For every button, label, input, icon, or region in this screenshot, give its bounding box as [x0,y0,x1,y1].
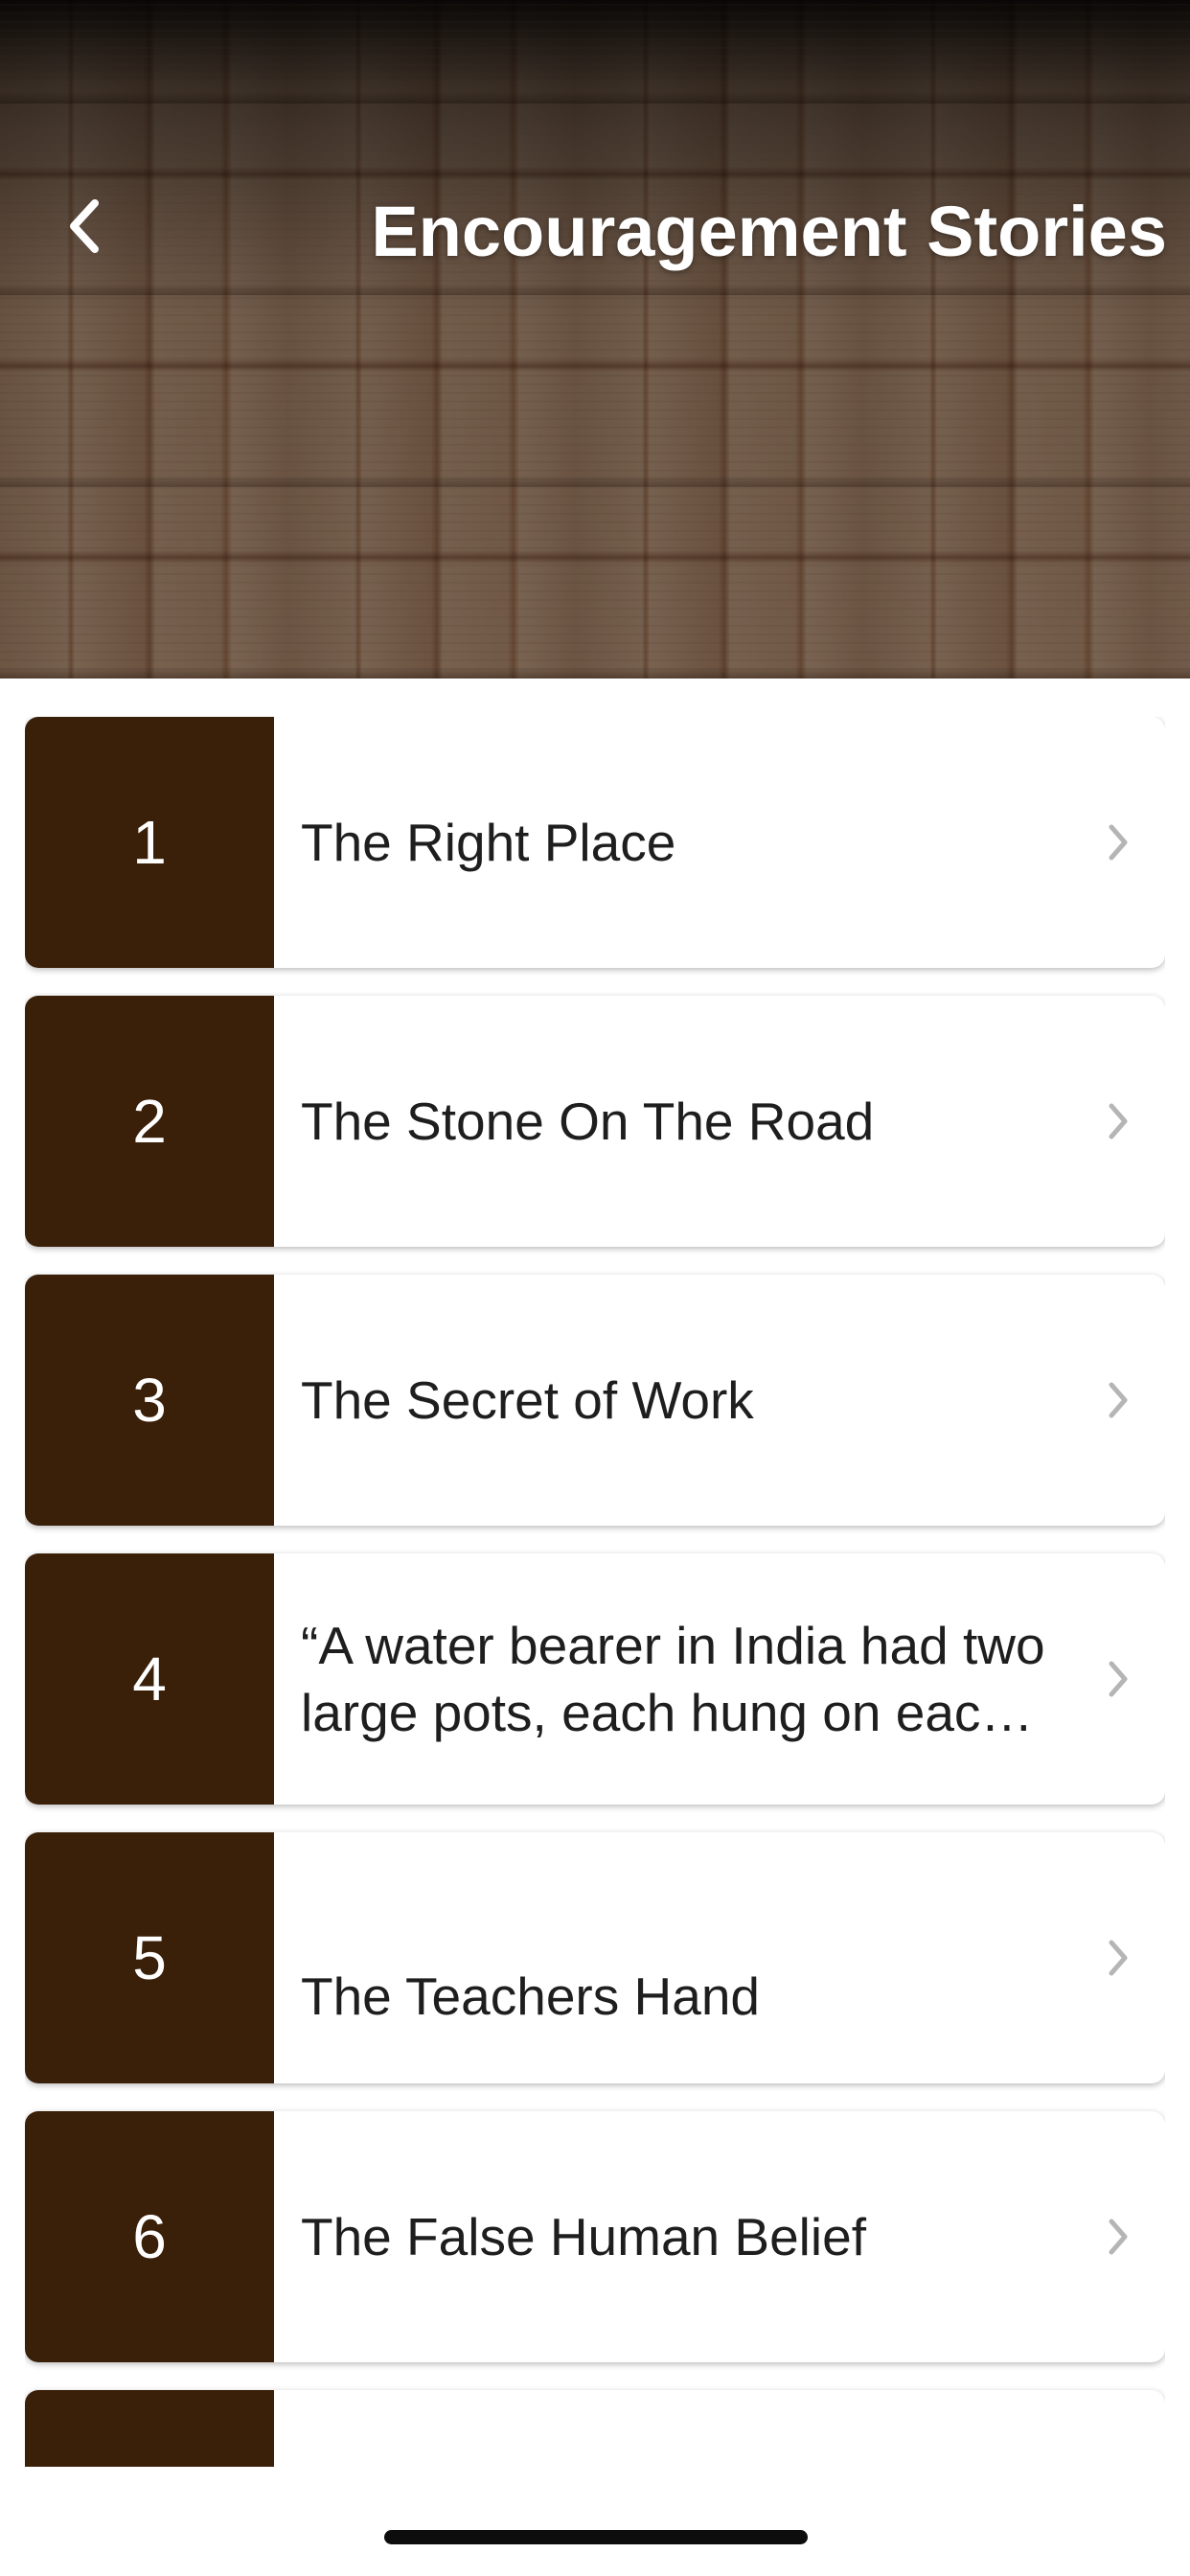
story-item[interactable]: 6 The False Human Belief [25,2111,1165,2362]
story-title: The False Human Belief [301,2207,866,2266]
chevron-right-icon [1071,1832,1165,2083]
chevron-right-icon [1071,996,1165,1247]
story-item[interactable]: 5 The Teachers Hand [25,1832,1165,2083]
story-item[interactable]: 2 The Stone On The Road [25,996,1165,1247]
chevron-right-icon [1071,1553,1165,1805]
story-item[interactable] [25,2390,1165,2467]
story-title: “A water bearer in India had two large p… [301,1616,1045,1742]
story-list[interactable]: 1 The Right Place 2 The Stone On The Roa… [25,717,1165,2467]
story-item[interactable]: 3 The Secret of Work [25,1275,1165,1526]
home-indicator[interactable] [384,2530,808,2544]
story-item[interactable]: 4 “A water bearer in India had two large… [25,1553,1165,1805]
chevron-right-icon [1071,1275,1165,1526]
story-number [25,2390,274,2467]
story-title: The Right Place [301,813,676,872]
story-number: 3 [25,1275,274,1526]
back-button[interactable] [50,188,117,264]
header-banner: Encouragement Stories [0,0,1190,678]
story-number: 5 [25,1832,274,2083]
chevron-left-icon [70,199,99,253]
page-title: Encouragement Stories [371,191,1167,271]
story-title: The Stone On The Road [301,1092,875,1151]
story-number: 2 [25,996,274,1247]
story-item[interactable]: 1 The Right Place [25,717,1165,968]
chevron-right-icon [1071,2111,1165,2362]
story-title: The Teachers Hand [301,1966,760,2026]
story-number: 6 [25,2111,274,2362]
chevron-right-icon [1071,717,1165,968]
story-title [274,2390,1165,2467]
story-title: The Secret of Work [301,1370,754,1430]
story-number: 1 [25,717,274,968]
story-number: 4 [25,1553,274,1805]
